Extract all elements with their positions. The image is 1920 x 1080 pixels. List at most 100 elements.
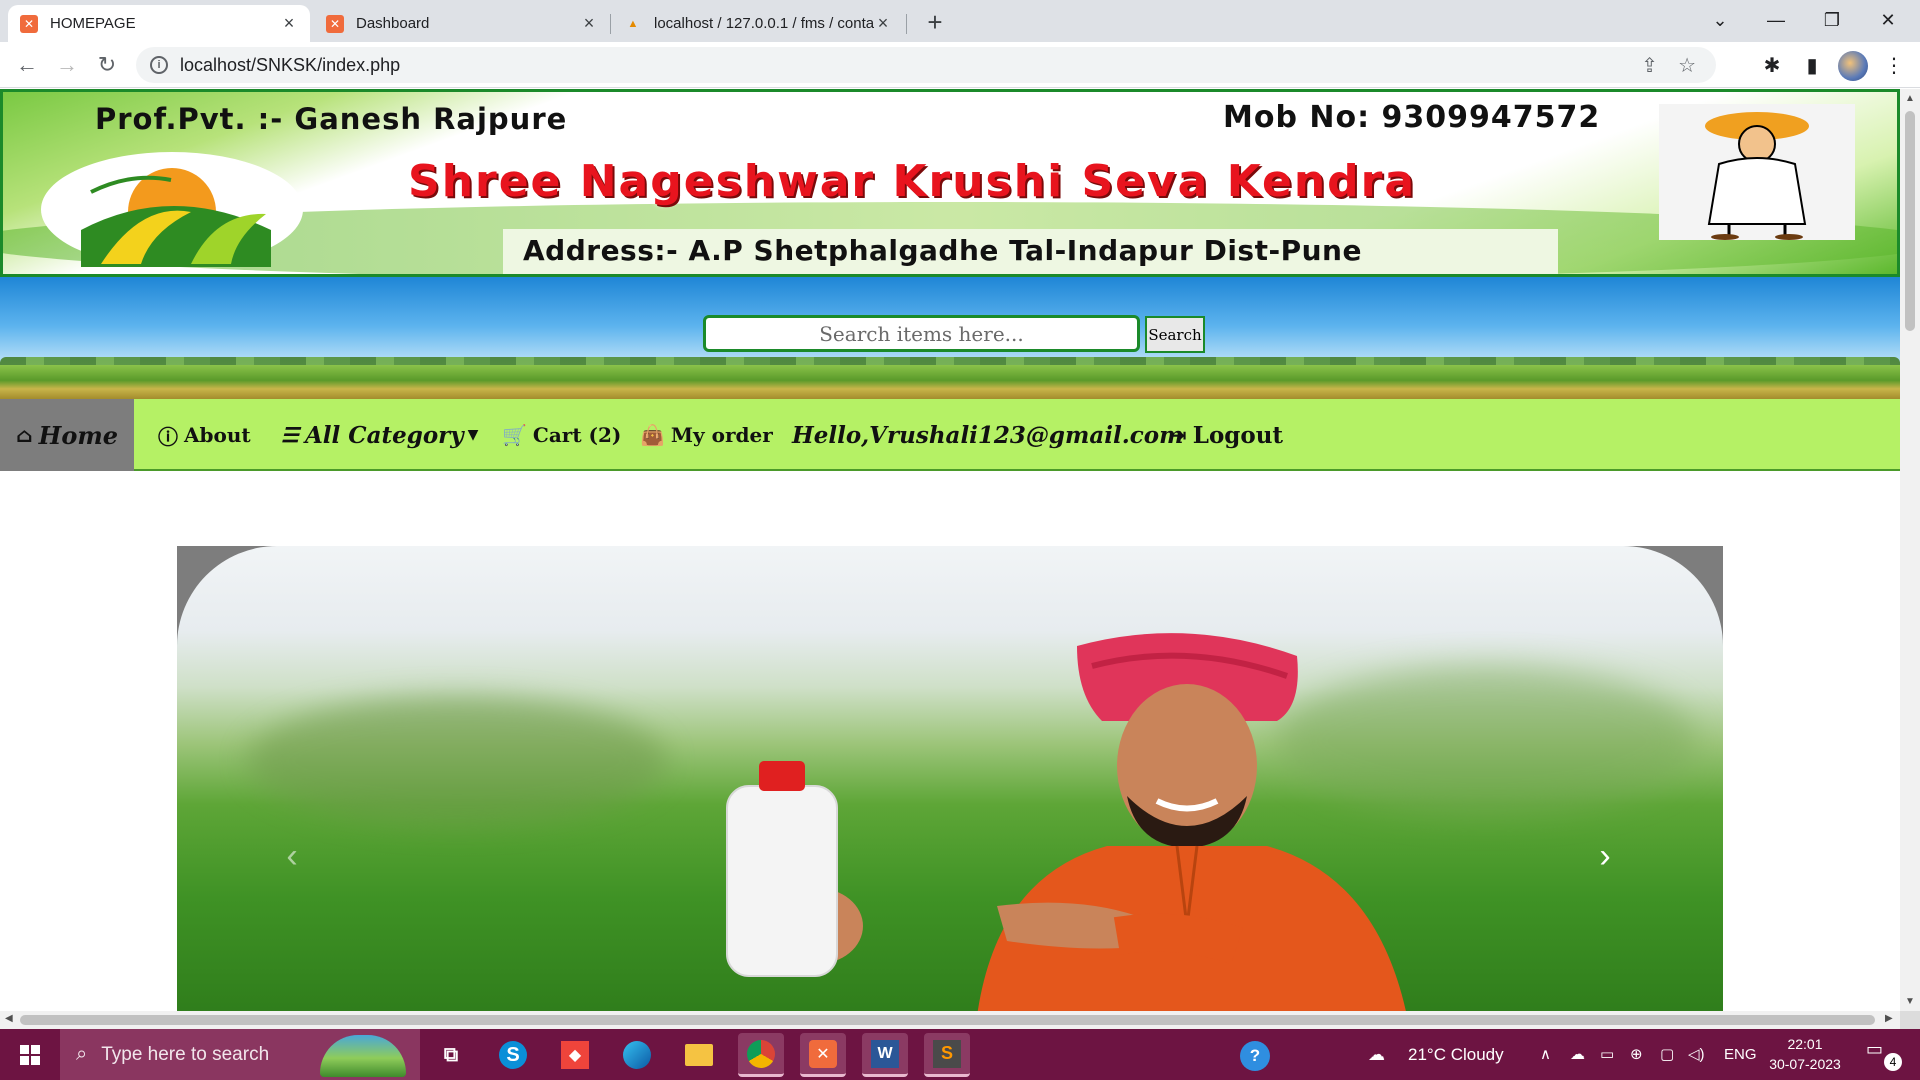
horizontal-scrollbar[interactable]: ◀ ▶ xyxy=(0,1011,1900,1029)
tab-homepage[interactable]: ✕ HOMEPAGE × xyxy=(8,5,310,42)
forward-arrow-icon[interactable]: → xyxy=(50,48,84,82)
nav-all-category[interactable]: ☰ All Category ▼ xyxy=(281,399,484,471)
web-page: Prof.Pvt. :- Ganesh Rajpure Mob No: 9309… xyxy=(0,89,1900,1011)
show-hidden-icons-chevron-icon[interactable]: ∧ xyxy=(1540,1029,1551,1080)
phpmyadmin-icon: ▲ xyxy=(627,17,639,30)
tab-search-chevron-icon[interactable]: ⌄ xyxy=(1692,0,1748,42)
scroll-down-icon[interactable]: ▼ xyxy=(1900,996,1920,1007)
taskbar-search-placeholder: Type here to search xyxy=(101,1043,270,1065)
scroll-right-icon[interactable]: ▶ xyxy=(1885,1013,1893,1024)
onedrive-icon[interactable]: ☁ xyxy=(1570,1029,1585,1080)
logout-icon: ⇥ xyxy=(1170,423,1187,447)
mobile-number: Mob No: 9309947572 xyxy=(1223,100,1601,135)
clock-time: 22:01 xyxy=(1787,1036,1823,1052)
scroll-thumb[interactable] xyxy=(1905,111,1915,331)
xampp-icon[interactable]: ✕ xyxy=(800,1033,846,1077)
help-icon[interactable]: ? xyxy=(1240,1029,1270,1080)
chrome-icon[interactable] xyxy=(738,1033,784,1077)
window-close-button[interactable]: ✕ xyxy=(1860,0,1916,42)
nav-logout[interactable]: ⇥ Logout xyxy=(1170,399,1283,471)
windows-logo-icon xyxy=(19,1044,41,1066)
language-indicator[interactable]: ENG xyxy=(1724,1029,1757,1080)
tab-phpmyadmin[interactable]: ▲ localhost / 127.0.0.1 / fms / conta × xyxy=(612,5,904,42)
battery-icon[interactable]: ▭ xyxy=(1600,1029,1614,1080)
volume-icon[interactable]: ◁) xyxy=(1688,1029,1705,1080)
side-panel-icon[interactable]: ▮ xyxy=(1798,52,1826,80)
word-icon[interactable]: W xyxy=(862,1033,908,1077)
edge-browser-icon[interactable] xyxy=(614,1033,660,1077)
nav-home[interactable]: ⌂ Home xyxy=(0,399,134,471)
nav-logout-label: Logout xyxy=(1192,421,1284,449)
weather-cloud-icon[interactable]: ☁ xyxy=(1368,1029,1385,1080)
tab-title: HOMEPAGE xyxy=(50,15,136,32)
menu-kebab-icon[interactable]: ⋮ xyxy=(1880,52,1908,80)
skype-icon[interactable]: S xyxy=(490,1033,536,1077)
field-strip xyxy=(0,365,1900,399)
url-text[interactable]: localhost/SNKSK/index.php xyxy=(180,55,1641,76)
restore-button[interactable]: ❐ xyxy=(1804,0,1860,42)
meet-now-icon[interactable]: ▢ xyxy=(1660,1029,1674,1080)
nav-cart[interactable]: 🛒 Cart (2) xyxy=(502,399,621,471)
browser-tab-strip: ✕ HOMEPAGE × ✕ Dashboard × ▲ localhost /… xyxy=(0,0,1920,42)
reload-icon[interactable]: ↻ xyxy=(90,48,124,82)
xampp-icon: ✕ xyxy=(20,14,38,33)
close-icon[interactable]: × xyxy=(280,13,298,34)
nav-all-category-label: All Category xyxy=(304,421,464,449)
search-button[interactable]: Search xyxy=(1145,316,1205,353)
network-globe-icon[interactable]: ⊕ xyxy=(1630,1029,1643,1080)
profile-avatar[interactable] xyxy=(1838,51,1868,81)
proprietor-name: Prof.Pvt. :- Ganesh Rajpure xyxy=(95,102,568,136)
share-icon[interactable]: ⇪ xyxy=(1641,53,1658,78)
extensions-puzzle-icon[interactable]: ✱ xyxy=(1758,52,1786,80)
windows-start-button[interactable] xyxy=(0,1029,60,1080)
shop-address: Address:- A.P Shetphalgadhe Tal-Indapur … xyxy=(523,234,1362,267)
cart-icon: 🛒 xyxy=(502,423,527,447)
weather-text[interactable]: 21°C Cloudy xyxy=(1408,1029,1504,1080)
scroll-thumb[interactable] xyxy=(20,1015,1875,1025)
user-greeting-label: Hello,Vrushali123@gmail.com xyxy=(792,421,1184,449)
tab-separator xyxy=(610,14,611,34)
main-nav: ⌂ Home ⓘ About ☰ All Category ▼ 🛒 Cart (… xyxy=(0,399,1900,471)
task-view-icon[interactable]: ⧉ xyxy=(428,1033,474,1077)
sublime-text-icon[interactable]: S xyxy=(924,1033,970,1077)
tab-separator xyxy=(906,14,907,34)
chat-bubble-icon: ▭ xyxy=(1866,1039,1884,1059)
system-clock[interactable]: 22:01 30-07-2023 xyxy=(1760,1034,1850,1074)
tab-title: Dashboard xyxy=(356,15,430,32)
notification-center-icon[interactable]: ▭ 4 xyxy=(1866,1039,1902,1071)
anydesk-icon[interactable]: ◆ xyxy=(552,1033,598,1077)
farmer-illustration xyxy=(1659,104,1855,240)
info-icon[interactable]: i xyxy=(150,56,168,74)
caret-down-icon: ▼ xyxy=(467,427,479,443)
back-arrow-icon[interactable]: ← xyxy=(10,48,44,82)
carousel-next-icon[interactable]: › xyxy=(1590,836,1620,876)
scroll-left-icon[interactable]: ◀ xyxy=(5,1013,13,1024)
shopping-bag-icon: 👜 xyxy=(640,423,665,447)
info-circle-icon: ⓘ xyxy=(158,424,178,449)
close-icon[interactable]: × xyxy=(874,13,892,34)
clock-date: 30-07-2023 xyxy=(1769,1056,1841,1072)
nav-my-order[interactable]: 👜 My order xyxy=(640,399,773,471)
tab-dashboard[interactable]: ✕ Dashboard × xyxy=(314,5,610,42)
carousel-prev-icon[interactable]: ‹ xyxy=(277,836,307,876)
address-bar[interactable]: i localhost/SNKSK/index.php ⇪ ☆ xyxy=(136,47,1716,83)
minimize-button[interactable]: — xyxy=(1748,0,1804,42)
nav-home-label: Home xyxy=(38,420,119,450)
nav-about[interactable]: ⓘ About xyxy=(158,399,251,471)
file-explorer-icon[interactable] xyxy=(676,1033,722,1077)
hero-carousel: ‹ › xyxy=(177,546,1723,1011)
search-icon: ⌕ xyxy=(76,1043,88,1065)
search-input[interactable] xyxy=(703,315,1140,352)
tab-title: localhost / 127.0.0.1 / fms / conta xyxy=(654,15,874,32)
xampp-icon: ✕ xyxy=(326,14,344,33)
browser-toolbar: ← → ↻ i localhost/SNKSK/index.php ⇪ ☆ ✱ … xyxy=(0,42,1920,88)
farm-logo xyxy=(41,152,303,267)
taskbar-search-box[interactable]: ⌕ Type here to search xyxy=(60,1029,420,1080)
vertical-scrollbar[interactable]: ▲ ▼ xyxy=(1900,89,1920,1011)
list-icon: ☰ xyxy=(281,423,299,447)
new-tab-button[interactable]: + xyxy=(920,8,950,38)
nav-cart-label: Cart (2) xyxy=(532,423,622,447)
close-icon[interactable]: × xyxy=(580,13,598,34)
scroll-up-icon[interactable]: ▲ xyxy=(1900,93,1920,104)
bookmark-star-icon[interactable]: ☆ xyxy=(1678,53,1696,78)
